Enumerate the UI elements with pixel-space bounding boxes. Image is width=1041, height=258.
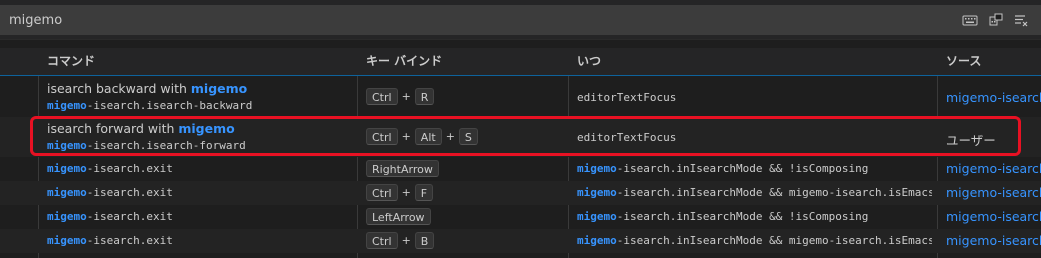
table-row[interactable]: migemo-isearch.exit Ctrl + B migemo-isearc… xyxy=(0,229,1041,253)
source-label: ユーザー xyxy=(946,133,996,148)
key-cap: Ctrl xyxy=(366,88,398,105)
source-link[interactable]: migemo-isearch xyxy=(946,161,1041,176)
command-label: isearch forward with migemo xyxy=(47,121,235,136)
key-cap: R xyxy=(414,88,435,105)
when-clause: migemo-isearch.inIsearchMode && !isCompo… xyxy=(577,210,869,223)
command-id: migemo-isearch.exit xyxy=(47,234,173,247)
table-row[interactable]: migemo-isearch.exit RightArrow migemo-is… xyxy=(0,157,1041,181)
source-link[interactable]: migemo-isearch xyxy=(946,209,1041,224)
table-row[interactable] xyxy=(0,253,1041,258)
search-input[interactable] xyxy=(0,5,1041,35)
keyboard-icon[interactable] xyxy=(962,12,978,28)
key-cap: Ctrl xyxy=(366,128,398,145)
table-row[interactable]: isearch backward with migemo migemo-isea… xyxy=(0,77,1041,117)
header-source[interactable]: ソース xyxy=(946,48,981,75)
key-cap: B xyxy=(414,232,435,249)
header-when[interactable]: いつ xyxy=(577,48,601,75)
table-header: コマンド キー バインド いつ ソース xyxy=(0,48,1041,76)
source-link[interactable]: migemo-isearch xyxy=(946,185,1041,200)
sort-by-precedence-icon[interactable] xyxy=(1013,12,1029,28)
table-row[interactable]: migemo-isearch.exit Ctrl + F migemo-isearc… xyxy=(0,181,1041,205)
keybinding[interactable]: Ctrl + B xyxy=(366,232,435,249)
key-cap: F xyxy=(414,184,434,201)
command-id: migemo-isearch.exit xyxy=(47,210,173,223)
command-id: migemo-isearch.isearch-backward xyxy=(47,99,253,112)
header-command[interactable]: コマンド xyxy=(47,48,95,75)
command-id: migemo-isearch.exit xyxy=(47,186,173,199)
keybinding[interactable]: Ctrl + F xyxy=(366,184,434,201)
command-id: migemo-isearch.exit xyxy=(47,162,173,175)
command-id: migemo-isearch.isearch-forward xyxy=(47,139,246,152)
keybinding[interactable]: LeftArrow xyxy=(366,208,431,225)
key-cap: LeftArrow xyxy=(366,208,431,225)
command-label: isearch backward with migemo xyxy=(47,81,248,96)
key-cap: Alt xyxy=(414,128,442,145)
keybinding[interactable]: RightArrow xyxy=(366,160,439,177)
table-row[interactable]: isearch forward with migemo migemo-isear… xyxy=(0,117,1041,157)
source-link[interactable]: migemo-isearch xyxy=(946,233,1041,248)
key-cap: Ctrl xyxy=(366,184,398,201)
header-keybinding[interactable]: キー バインド xyxy=(366,48,442,75)
when-clause: editorTextFocus xyxy=(577,91,677,104)
source-link[interactable]: migemo-isearch xyxy=(946,90,1041,105)
when-clause: migemo-isearch.inIsearchMode && migemo-i… xyxy=(577,186,932,199)
keybinding[interactable]: Ctrl + Alt + S xyxy=(366,128,478,145)
search-bar xyxy=(0,0,1041,40)
when-clause: migemo-isearch.inIsearchMode && !isCompo… xyxy=(577,162,869,175)
table-row[interactable]: migemo-isearch.exit LeftArrow migemo-ise… xyxy=(0,205,1041,229)
record-keys-icon[interactable] xyxy=(988,12,1004,28)
when-clause: editorTextFocus xyxy=(577,131,677,144)
key-cap: RightArrow xyxy=(366,160,439,177)
key-cap: Ctrl xyxy=(366,232,398,249)
when-clause: migemo-isearch.inIsearchMode && migemo-i… xyxy=(577,234,932,247)
key-cap: S xyxy=(458,128,478,145)
keybinding[interactable]: Ctrl + R xyxy=(366,88,435,105)
